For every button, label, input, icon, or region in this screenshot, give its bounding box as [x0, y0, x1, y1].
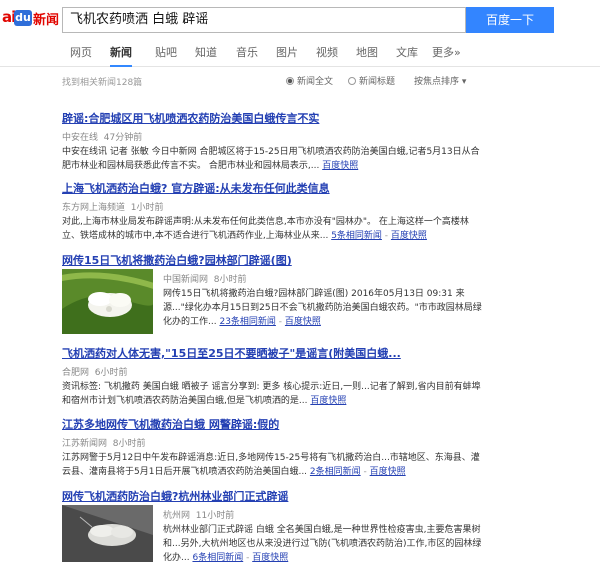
- nav-tabs: 网页 新闻 贴吧 知道 音乐 图片 视频 地图 文库 更多»: [0, 40, 600, 67]
- sort-label: 按焦点排序: [414, 77, 460, 87]
- result-time: 8小时前: [112, 439, 146, 449]
- tab-more[interactable]: 更多»: [432, 40, 461, 67]
- result-cache-link[interactable]: 百度快照: [370, 467, 406, 477]
- tab-news[interactable]: 新闻: [110, 40, 132, 67]
- result-time: 1小时前: [130, 203, 164, 213]
- result-meta: 合肥网 6小时前: [62, 365, 482, 378]
- moth-photo-image: [62, 505, 153, 562]
- result-cache-link[interactable]: 百度快照: [310, 396, 346, 406]
- result-source: 东方网上海频道: [62, 203, 126, 213]
- result-snippet: 资讯标签: 飞机撒药 美国白蛾 晒被子 谣言分享到: 更多 核心提示:近日,一则…: [62, 380, 482, 408]
- result-item: 江苏多地网传飞机撒药治白蛾 网警辟谣:假的 江苏新闻网 8小时前 江苏网警于5月…: [62, 416, 482, 479]
- result-source: 中安在线: [62, 133, 99, 143]
- result-cache-link[interactable]: 百度快照: [252, 553, 288, 562]
- option-title-label: 新闻标题: [359, 77, 396, 87]
- result-thumbnail[interactable]: [62, 505, 153, 562]
- separator: -: [384, 231, 389, 241]
- result-snippet: 中安在线讯 记者 张敏 今日中新网 合肥城区将于15-25日用飞机喷洒农药防治美…: [62, 145, 482, 173]
- tab-zhidao[interactable]: 知道: [195, 40, 217, 67]
- result-title[interactable]: 上海飞机洒药治白蛾? 官方辟谣:从未发布任何此类信息: [62, 180, 482, 196]
- logo-word: 新闻: [33, 13, 60, 28]
- search-button[interactable]: 百度一下: [466, 7, 554, 33]
- option-full-text-label: 新闻全文: [297, 77, 334, 87]
- result-time: 47分钟前: [103, 133, 143, 143]
- search-input[interactable]: 飞机农药喷洒 白蛾 辟谣: [62, 7, 466, 33]
- result-snippet: 对此,上海市林业局发布辟谣声明:从未发布任何此类信息,本市亦没有"园林办"。 在…: [62, 215, 482, 243]
- radio-checked-icon: [286, 77, 294, 85]
- result-source: 杭州网: [163, 511, 191, 521]
- logo-du-mark: du: [14, 10, 32, 26]
- result-meta: 中国新闻网 8小时前: [163, 272, 482, 285]
- result-related-link[interactable]: 23条相同新闻: [219, 317, 275, 327]
- result-source: 合肥网: [62, 368, 90, 378]
- option-title-only[interactable]: 新闻标题: [348, 74, 395, 87]
- tab-video[interactable]: 视频: [316, 40, 338, 67]
- result-title[interactable]: 网传15日飞机将撒药治白蛾?园林部门辟谣(图): [62, 252, 482, 268]
- header: ai du 新闻 飞机农药喷洒 白蛾 辟谣 百度一下: [0, 0, 600, 40]
- result-item: 网传飞机洒药防治白蛾?杭州林业部门正式辟谣 杭州网 11小时前 杭州林业部门正式…: [62, 488, 482, 562]
- result-item: 网传15日飞机将撒药治白蛾?园林部门辟谣(图) 中国新闻网 8小时前 网传15日…: [62, 252, 482, 334]
- result-source: 江苏新闻网: [62, 439, 108, 449]
- result-item: 上海飞机洒药治白蛾? 官方辟谣:从未发布任何此类信息 东方网上海频道 1小时前 …: [62, 180, 482, 243]
- result-item: 飞机洒药对人体无害,"15日至25日不要晒被子"是谣言(附美国白蛾... 合肥网…: [62, 345, 482, 408]
- result-snippet-text: 资讯标签: 飞机撒药 美国白蛾 晒被子 谣言分享到: 更多 核心提示:近日,一则…: [62, 382, 481, 406]
- caret-down-icon: ▾: [461, 77, 467, 87]
- separator: -: [363, 467, 367, 477]
- result-snippet: 杭州林业部门正式辟谣 白蛾 全名美国白蛾,是一种世界性检疫害虫,主要危害果树和.…: [163, 523, 482, 562]
- result-related-link[interactable]: 6条相同新闻: [192, 553, 243, 562]
- tab-music[interactable]: 音乐: [236, 40, 258, 67]
- result-time: 11小时前: [195, 511, 235, 521]
- tab-images[interactable]: 图片: [276, 40, 298, 67]
- result-meta: 中安在线 47分钟前: [62, 130, 482, 143]
- result-snippet: 江苏网警于5月12日中午发布辟谣消息:近日,多地网传15-25号将有飞机撒药治白…: [62, 451, 482, 479]
- result-snippet-text: 网传15日飞机将撒药治白蛾?园林部门辟谣(图) 2016年05月13日 09:3…: [163, 289, 482, 327]
- results-toolbar: 找到相关新闻128篇 新闻全文 新闻标题 按焦点排序 ▾: [0, 72, 600, 90]
- result-count: 找到相关新闻128篇: [62, 78, 143, 88]
- result-title[interactable]: 飞机洒药对人体无害,"15日至25日不要晒被子"是谣言(附美国白蛾...: [62, 345, 482, 361]
- option-full-text[interactable]: 新闻全文: [286, 74, 333, 87]
- result-title[interactable]: 辟谣:合肥城区用飞机喷洒农药防治美国白蛾传言不实: [62, 110, 482, 126]
- result-snippet-text: 江苏网警于5月12日中午发布辟谣消息:近日,多地网传15-25号将有飞机撒药治白…: [62, 453, 480, 477]
- separator: -: [278, 317, 283, 327]
- result-meta: 东方网上海频道 1小时前: [62, 200, 482, 213]
- result-title[interactable]: 网传飞机洒药防治白蛾?杭州林业部门正式辟谣: [62, 488, 482, 504]
- radio-unchecked-icon: [348, 77, 356, 85]
- result-meta: 江苏新闻网 8小时前: [62, 436, 482, 449]
- result-meta: 杭州网 11小时前: [163, 508, 482, 521]
- result-snippet: 网传15日飞机将撒药治白蛾?园林部门辟谣(图) 2016年05月13日 09:3…: [163, 287, 482, 329]
- result-item: 辟谣:合肥城区用飞机喷洒农药防治美国白蛾传言不实 中安在线 47分钟前 中安在线…: [62, 110, 482, 173]
- tab-web[interactable]: 网页: [70, 40, 92, 67]
- tab-tieba[interactable]: 贴吧: [155, 40, 177, 67]
- result-time: 6小时前: [94, 368, 128, 378]
- result-related-link[interactable]: 5条相同新闻: [331, 231, 382, 241]
- result-cache-link[interactable]: 百度快照: [391, 231, 427, 241]
- result-related-link[interactable]: 2条相同新闻: [310, 467, 361, 477]
- white-moth-on-leaf-image: [62, 269, 153, 334]
- result-time: 8小时前: [213, 275, 247, 285]
- result-cache-link[interactable]: 百度快照: [285, 317, 321, 327]
- tab-wenku[interactable]: 文库: [396, 40, 418, 67]
- result-cache-link[interactable]: 百度快照: [322, 161, 358, 171]
- result-snippet-text: 中安在线讯 记者 张敏 今日中新网 合肥城区将于15-25日用飞机喷洒农药防治美…: [62, 147, 480, 171]
- sort-dropdown[interactable]: 按焦点排序 ▾: [414, 74, 466, 87]
- baidu-news-logo[interactable]: ai du 新闻: [2, 5, 60, 31]
- result-thumbnail[interactable]: [62, 269, 153, 334]
- separator: -: [246, 553, 250, 562]
- tab-map[interactable]: 地图: [356, 40, 378, 67]
- result-title[interactable]: 江苏多地网传飞机撒药治白蛾 网警辟谣:假的: [62, 416, 482, 432]
- result-source: 中国新闻网: [163, 275, 209, 285]
